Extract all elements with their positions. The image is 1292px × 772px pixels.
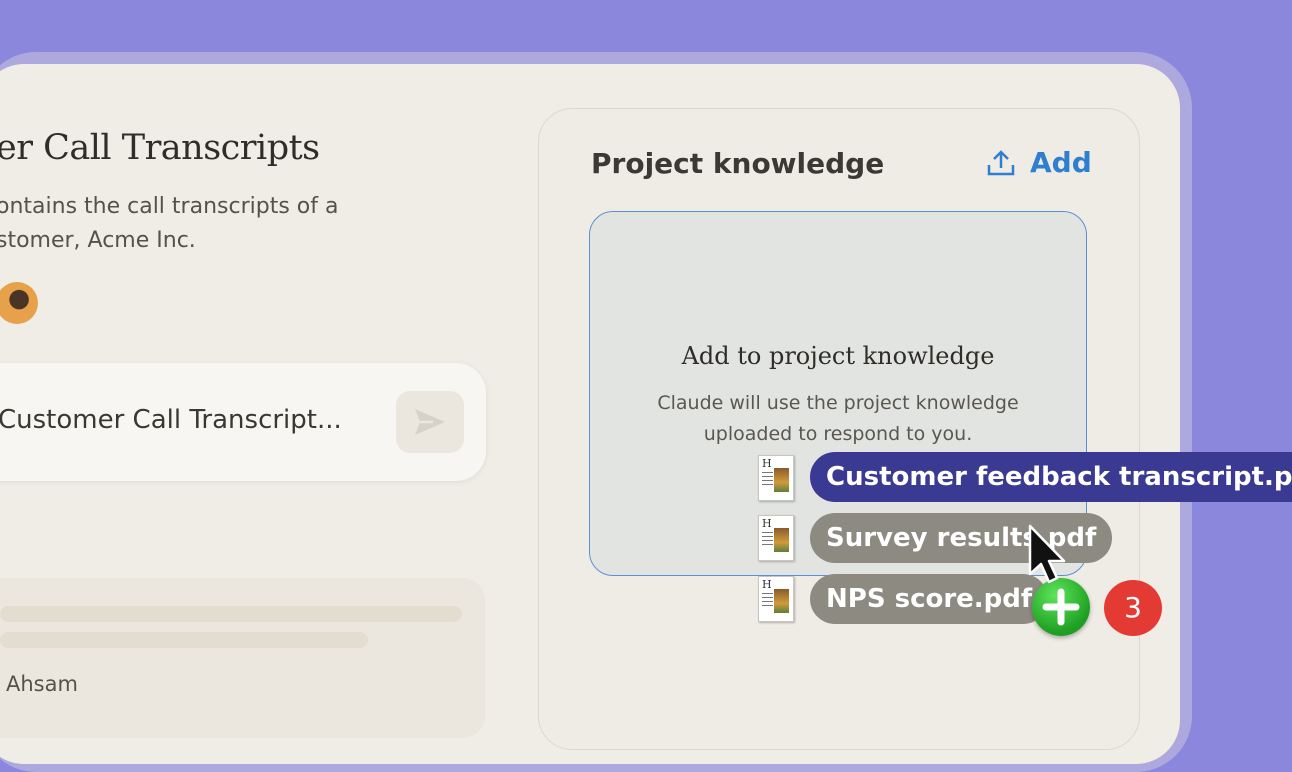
dragged-file-pill[interactable]: NPS score.pdf (810, 574, 1049, 624)
add-label: Add (1030, 146, 1092, 179)
project-description-line: ontains the call transcripts of a (0, 194, 339, 219)
send-button[interactable] (396, 391, 464, 453)
skeleton-line (0, 632, 368, 648)
panel-title: Project knowledge (591, 147, 885, 180)
dragged-file-pill[interactable]: Customer feedback transcript.pdf (810, 452, 1292, 502)
send-icon (415, 409, 445, 435)
plus-badge (1032, 578, 1090, 636)
cursor-arrow-icon (1028, 524, 1066, 584)
recent-chat-card[interactable]: Ahsam (0, 578, 485, 738)
dropzone-title: Add to project knowledge (681, 342, 995, 370)
upload-icon (987, 149, 1015, 175)
pdf-file-icon: H (758, 576, 794, 622)
pdf-file-icon: H (758, 455, 794, 501)
dropzone-description: Claude will use the project knowledge up… (630, 388, 1046, 450)
project-title: er Call Transcripts (0, 128, 320, 168)
chat-input-text[interactable]: Customer Call Transcript... (0, 405, 342, 435)
file-count-badge: 3 (1104, 580, 1162, 636)
skeleton-line (0, 606, 462, 622)
chat-input[interactable]: Customer Call Transcript... (0, 363, 486, 481)
card-author: Ahsam (6, 672, 78, 696)
pdf-file-icon: H (758, 515, 794, 561)
dropzone-description-line: Claude will use the project knowledge (657, 392, 1019, 414)
project-description: ontains the call transcripts of a stomer… (0, 190, 416, 258)
plus-icon (1042, 588, 1080, 626)
add-knowledge-button[interactable]: Add (986, 146, 1092, 179)
project-knowledge-panel: Project knowledge Add Add to project kno… (538, 108, 1140, 750)
dropzone-description-line: uploaded to respond to you. (703, 423, 973, 445)
project-description-line: stomer, Acme Inc. (0, 228, 196, 253)
